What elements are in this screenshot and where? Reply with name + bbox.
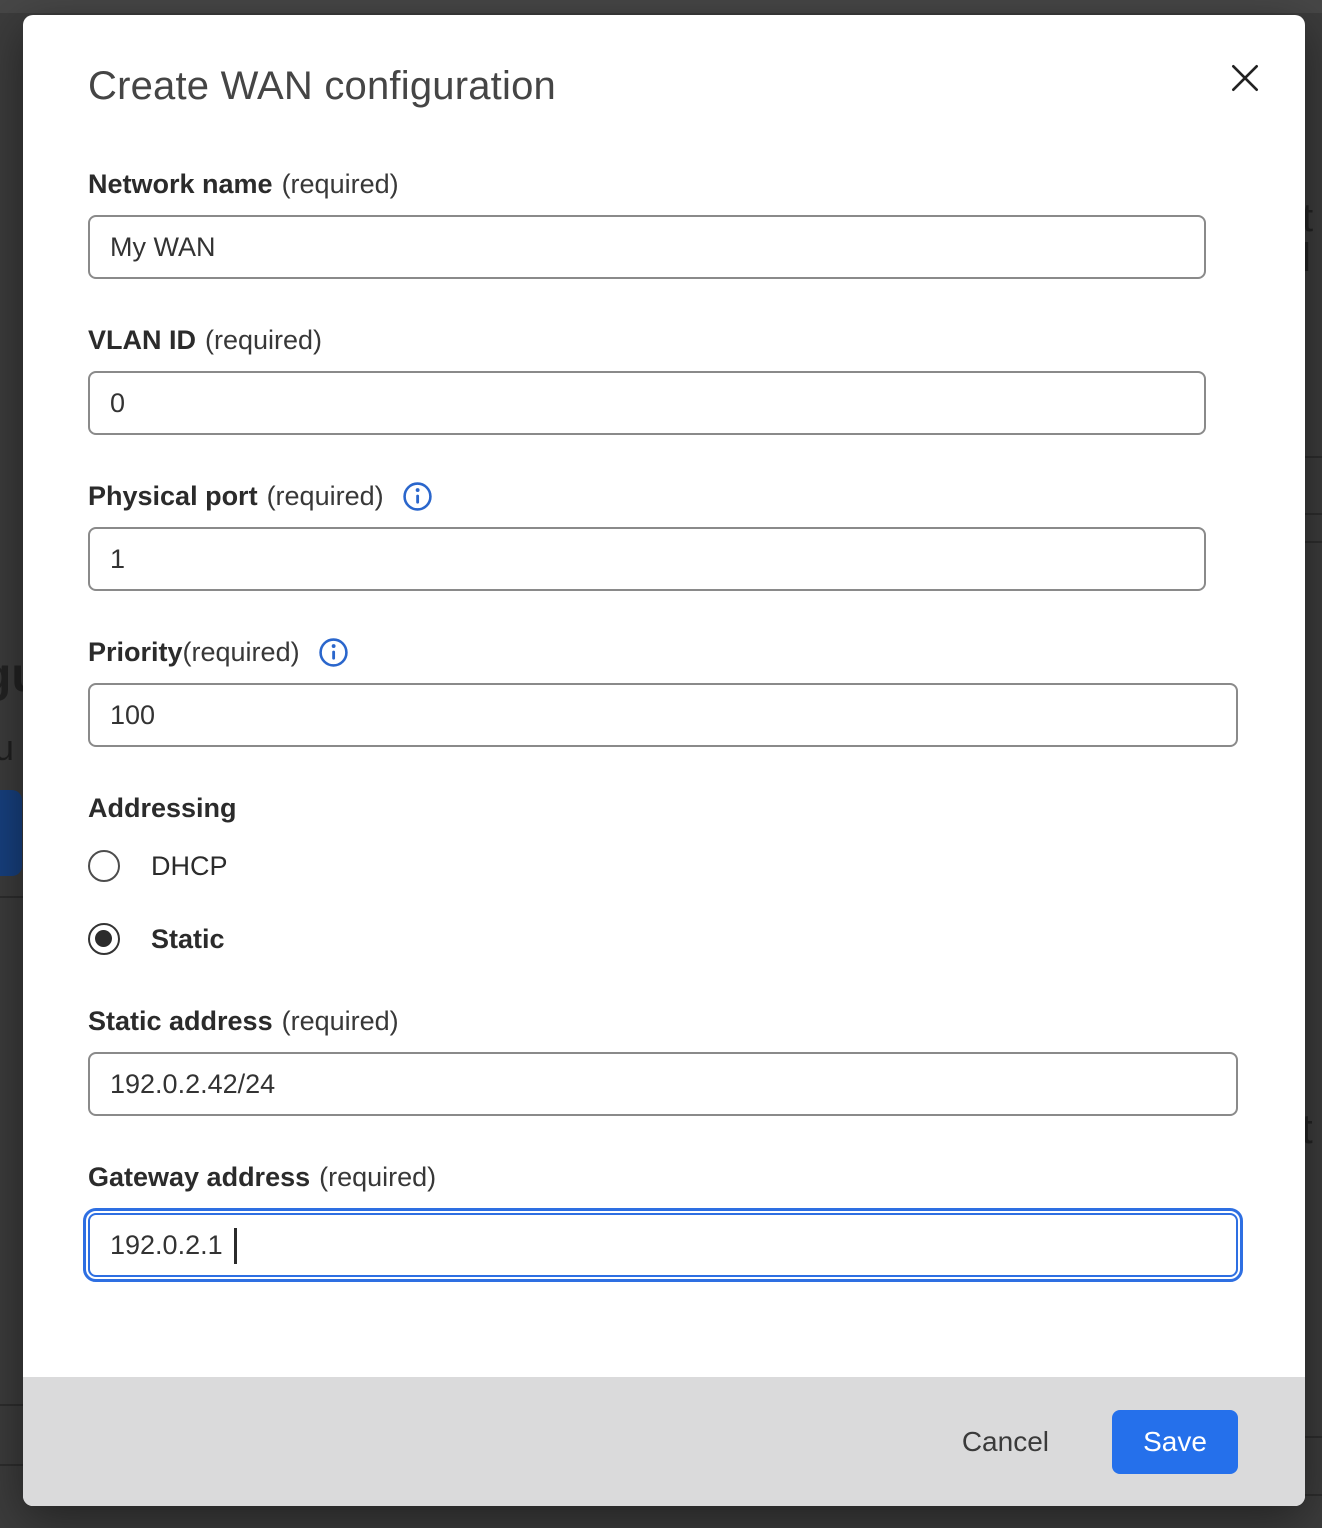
priority-field: Priority (required) (88, 636, 1261, 747)
background-divider (1305, 513, 1322, 515)
screen: gu u t l t Create WAN configuration Netw… (0, 0, 1322, 1528)
create-wan-dialog: Create WAN configuration Network name (r… (23, 15, 1305, 1506)
close-icon[interactable] (1223, 57, 1267, 101)
radio-unselected-icon[interactable] (88, 850, 120, 882)
addressing-label: Addressing (88, 792, 1261, 824)
vlan-id-input[interactable] (88, 371, 1206, 435)
static-address-label: Static address (88, 1005, 273, 1037)
vlan-id-field: VLAN ID (required) (88, 324, 1261, 435)
background-button-fragment (0, 790, 22, 876)
gateway-address-input[interactable] (88, 1213, 1238, 1277)
required-hint: (required) (267, 480, 384, 512)
save-button[interactable]: Save (1112, 1410, 1238, 1474)
required-hint: (required) (183, 636, 300, 668)
background-text-fragment: u (0, 730, 14, 766)
network-name-label: Network name (88, 168, 273, 200)
radio-dhcp-label: DHCP (151, 851, 228, 882)
addressing-group: Addressing DHCP Static (88, 792, 1261, 955)
radio-option-static[interactable]: Static (88, 923, 1261, 955)
physical-port-input[interactable] (88, 527, 1206, 591)
priority-label: Priority (88, 636, 183, 668)
required-hint: (required) (205, 324, 322, 356)
radio-static-label: Static (151, 924, 225, 955)
required-hint: (required) (319, 1161, 436, 1193)
physical-port-field: Physical port (required) (88, 480, 1261, 591)
close-icon-glyph (1225, 58, 1265, 98)
dialog-footer: Cancel Save (23, 1377, 1305, 1506)
dialog-title: Create WAN configuration (88, 61, 1261, 111)
gateway-address-field: Gateway address (required) (88, 1161, 1261, 1282)
priority-input[interactable] (88, 683, 1238, 747)
radio-option-dhcp[interactable]: DHCP (88, 850, 1261, 882)
network-name-field: Network name (required) (88, 168, 1261, 279)
background-divider (1305, 456, 1322, 458)
radio-selected-icon[interactable] (88, 923, 120, 955)
network-name-input[interactable] (88, 215, 1206, 279)
cancel-button[interactable]: Cancel (948, 1416, 1063, 1468)
vlan-id-label: VLAN ID (88, 324, 196, 356)
background-divider (1305, 1494, 1322, 1496)
background-divider (1305, 1436, 1322, 1438)
gateway-address-label: Gateway address (88, 1161, 310, 1193)
background-divider (0, 896, 23, 898)
static-address-input[interactable] (88, 1052, 1238, 1116)
background-text-fragment: t l (1302, 198, 1322, 278)
info-icon[interactable] (402, 481, 433, 512)
text-cursor (234, 1228, 237, 1264)
static-address-field: Static address (required) (88, 1005, 1261, 1116)
gateway-address-focus-ring (83, 1208, 1243, 1282)
background-divider (0, 1404, 23, 1406)
background-divider (0, 1464, 23, 1466)
required-hint: (required) (282, 168, 399, 200)
background-divider (1305, 541, 1322, 543)
physical-port-label: Physical port (88, 480, 258, 512)
info-icon[interactable] (318, 637, 349, 668)
required-hint: (required) (282, 1005, 399, 1037)
